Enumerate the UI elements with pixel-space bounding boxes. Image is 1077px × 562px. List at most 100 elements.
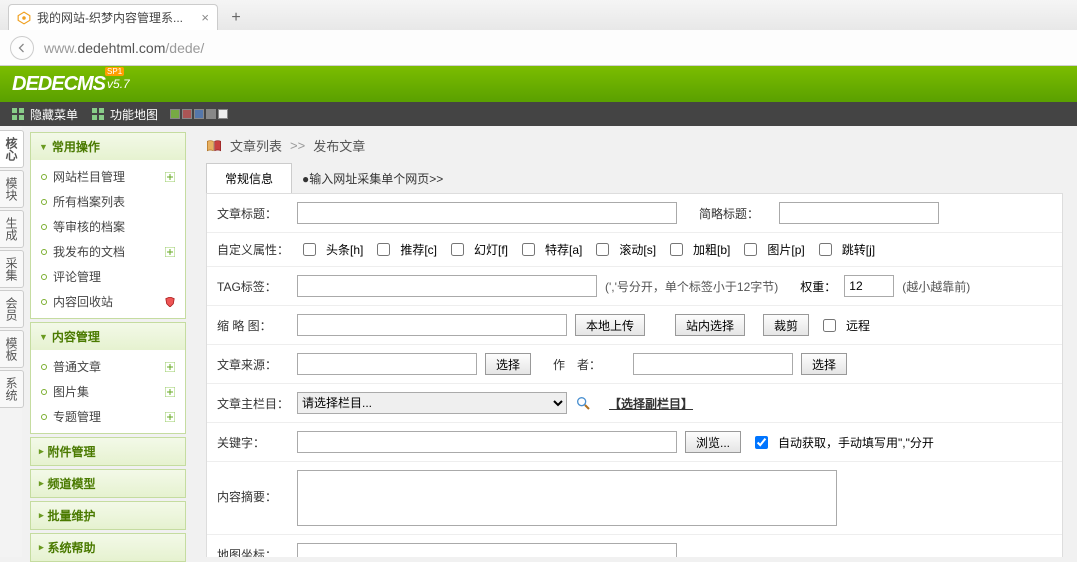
attr-label: 头条[h] [326,241,363,258]
input-author[interactable] [633,353,793,375]
sidebar: ▼常用操作网站栏目管理所有档案列表等审核的档案我发布的文档评论管理内容回收站▼内… [22,126,192,557]
close-icon[interactable]: × [201,10,209,25]
browser-tab[interactable]: 我的网站-织梦内容管理系... × [8,4,218,30]
sidebar-group-header[interactable]: ▼内容管理 [31,323,185,350]
sitemap-link[interactable]: 功能地图 [110,106,158,123]
breadcrumb-sep: >> [290,138,305,153]
back-button[interactable] [10,36,34,60]
caret-icon: ▼ [39,142,48,152]
sidebar-item[interactable]: 等审核的档案 [31,214,185,239]
attr-label: 推荐[c] [400,241,437,258]
input-short-title[interactable] [779,202,939,224]
label-title: 文章标题： [217,205,289,222]
label-short: 简略标题： [699,205,771,222]
input-keywords[interactable] [297,431,677,453]
label-tag: TAG标签： [217,278,289,295]
swatch[interactable] [194,109,204,119]
attr-label: 加粗[b] [693,241,730,258]
hide-menu-link[interactable]: 隐藏菜单 [30,106,78,123]
chk-attr[interactable] [744,243,757,256]
swatch[interactable] [218,109,228,119]
bullet-icon [41,174,47,180]
chk-attr[interactable] [303,243,316,256]
select-column[interactable]: 请选择栏目... [297,392,567,414]
plus-icon [165,387,175,397]
sidebar-group-header[interactable]: ▸附件管理 [31,438,185,465]
sidebar-item[interactable]: 专题管理 [31,404,185,429]
label-weight: 权重： [800,278,836,295]
bullet-icon [41,224,47,230]
input-title[interactable] [297,202,677,224]
chk-attr[interactable] [596,243,609,256]
sidebar-item[interactable]: 内容回收站 [31,289,185,314]
plus-icon [165,362,175,372]
top-toolbar: 隐藏菜单 功能地图 [0,102,1077,126]
btn-select-author[interactable]: 选择 [801,353,847,375]
grid-icon [12,108,24,120]
label-attrs: 自定义属性： [217,241,289,258]
module-tab-1[interactable]: 模块 [0,170,24,208]
bullet-icon [41,414,47,420]
swatch[interactable] [206,109,216,119]
module-tab-6[interactable]: 系统 [0,370,24,408]
btn-pick-site[interactable]: 站内选择 [675,314,745,336]
hint-weight: (越小越靠前) [902,278,970,295]
sidebar-group-header[interactable]: ▸频道模型 [31,470,185,497]
module-tab-0[interactable]: 核心 [0,130,24,168]
app-header: DEDECMS SP1 v5.7 [0,66,1077,102]
sidebar-item[interactable]: 网站栏目管理 [31,164,185,189]
sidebar-group: ▸频道模型 [30,469,186,498]
input-map-coords[interactable] [297,543,677,557]
breadcrumb-a[interactable]: 文章列表 [230,136,282,155]
textarea-summary[interactable] [297,470,837,526]
module-tab-4[interactable]: 会员 [0,290,24,328]
sidebar-item[interactable]: 评论管理 [31,264,185,289]
chk-attr[interactable] [377,243,390,256]
search-icon[interactable] [575,395,591,411]
sidebar-group: ▼内容管理普通文章图片集专题管理 [30,322,186,434]
chk-attr[interactable] [522,243,535,256]
chk-attr[interactable] [451,243,464,256]
swatch[interactable] [170,109,180,119]
tab-general[interactable]: 常规信息 [206,163,292,193]
btn-upload-local[interactable]: 本地上传 [575,314,645,336]
input-weight[interactable] [844,275,894,297]
module-tab-3[interactable]: 采集 [0,250,24,288]
sidebar-group: ▸系统帮助 [30,533,186,562]
chk-auto-keywords[interactable] [755,436,768,449]
sidebar-item[interactable]: 图片集 [31,379,185,404]
attr-label: 跳转[j] [842,241,875,258]
new-tab-button[interactable]: + [224,6,248,30]
sidebar-group-header[interactable]: ▼常用操作 [31,133,185,160]
label-thumb: 缩 略 图： [217,317,289,334]
module-tab-2[interactable]: 生成 [0,210,24,248]
input-source[interactable] [297,353,477,375]
sidebar-item[interactable]: 我发布的文档 [31,239,185,264]
url-display[interactable]: www.dedehtml.com/dede/ [44,40,204,56]
chk-attr[interactable] [670,243,683,256]
input-tags[interactable] [297,275,597,297]
module-tab-5[interactable]: 模板 [0,330,24,368]
swatch[interactable] [182,109,192,119]
label-author: 作 者： [553,356,625,373]
chk-remote[interactable] [823,319,836,332]
btn-browse[interactable]: 浏览... [685,431,741,453]
attr-label: 幻灯[f] [474,241,508,258]
content-area: 文章列表 >> 发布文章 常规信息 ●输入网址采集单个网页>> 文章标题： 简略… [192,126,1077,557]
form-tabs: 常规信息 ●输入网址采集单个网页>> [206,163,1063,193]
sidebar-item[interactable]: 所有档案列表 [31,189,185,214]
tab-collect-url[interactable]: ●输入网址采集单个网页>> [292,164,453,193]
breadcrumb-b: 发布文章 [313,136,365,155]
btn-crop[interactable]: 裁剪 [763,314,809,336]
caret-icon: ▸ [39,446,44,457]
article-form: 文章标题： 简略标题： 自定义属性： 头条[h]推荐[c]幻灯[f]特荐[a]滚… [206,193,1063,557]
sidebar-item[interactable]: 普通文章 [31,354,185,379]
sidebar-group: ▼常用操作网站栏目管理所有档案列表等审核的档案我发布的文档评论管理内容回收站 [30,132,186,319]
bullet-icon [41,199,47,205]
input-thumb[interactable] [297,314,567,336]
btn-select-source[interactable]: 选择 [485,353,531,375]
link-sub-column[interactable]: 【选择副栏目】 [609,395,693,412]
sidebar-group-header[interactable]: ▸批量维护 [31,502,185,529]
attr-label: 特荐[a] [545,241,582,258]
chk-attr[interactable] [819,243,832,256]
